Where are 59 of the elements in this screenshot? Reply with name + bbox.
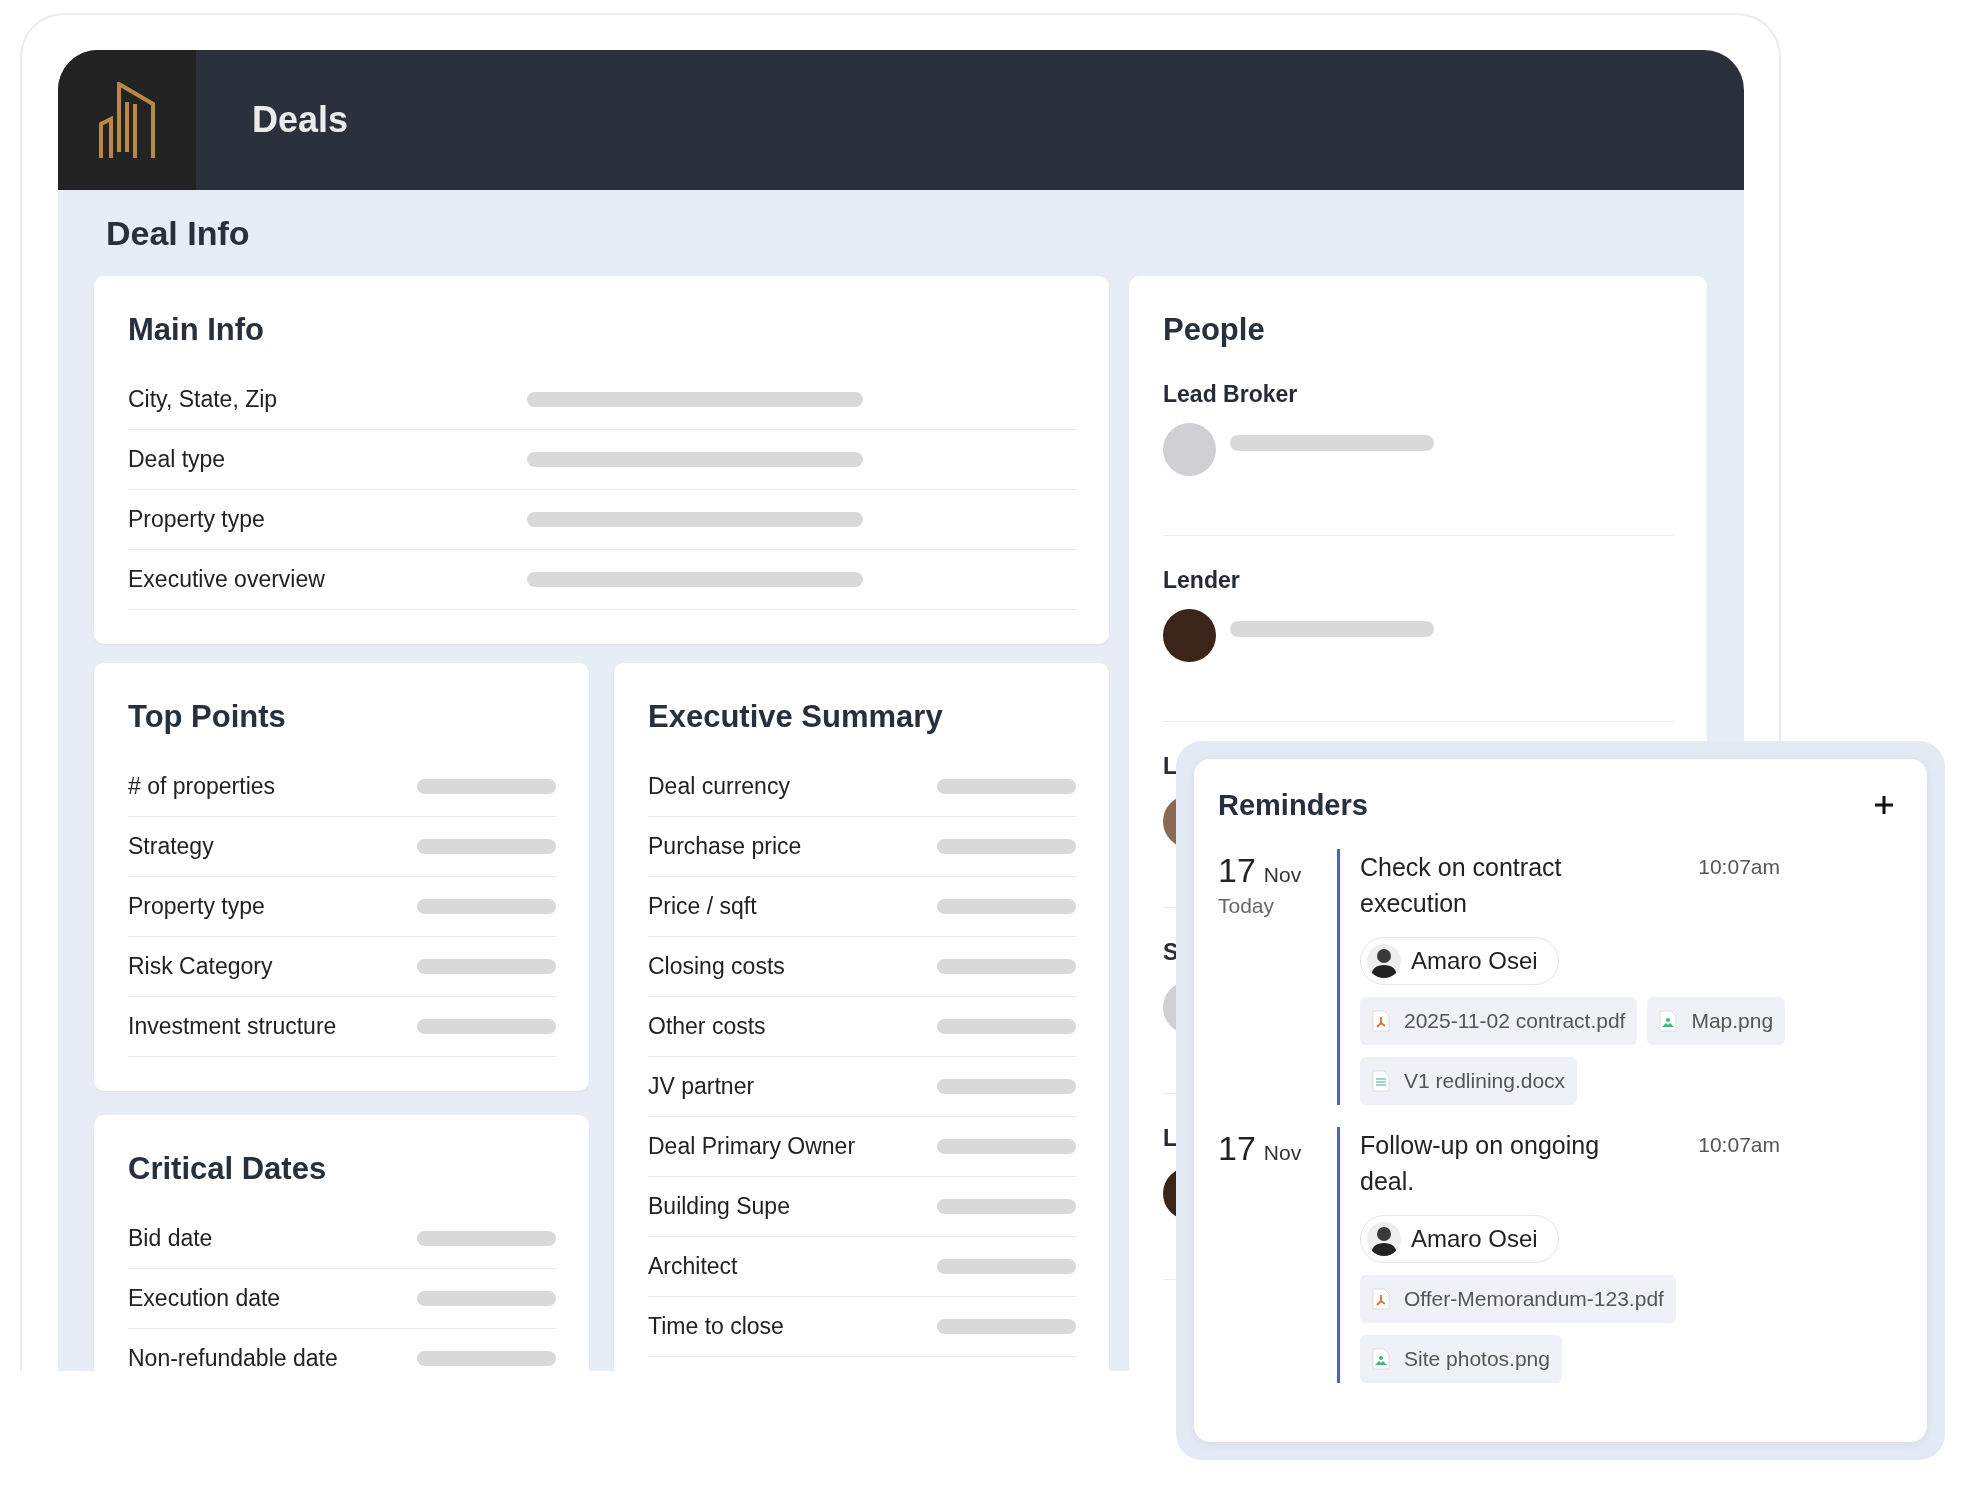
pdf-file-icon: [1372, 1288, 1390, 1310]
reminder-text: Check on contract execution: [1360, 852, 1563, 919]
attachment-chip[interactable]: Offer-Memorandum-123.pdf: [1360, 1275, 1676, 1323]
avatar: [1163, 423, 1216, 476]
field-label: Architect: [648, 1253, 738, 1280]
date-month: Nov: [1263, 1141, 1302, 1165]
relative-date: Today: [1218, 894, 1276, 918]
field-label: Purchase price: [648, 833, 802, 860]
reminder-text: Follow-up on ongoing deal.: [1360, 1130, 1601, 1197]
avatar: [1163, 609, 1216, 662]
card-title: Top Points: [128, 698, 287, 736]
image-file-icon: [1659, 1010, 1678, 1032]
image-file-icon: [1372, 1348, 1390, 1370]
date-day: 17: [1218, 1129, 1256, 1168]
field-label: Closing costs: [648, 953, 785, 980]
field-label: Time to close: [648, 1313, 784, 1340]
attachment-chip[interactable]: Site photos.png: [1360, 1335, 1562, 1383]
reminders-title: Reminders: [1218, 788, 1368, 822]
card-title: People: [1163, 311, 1266, 349]
field-label: Investment structure: [128, 1013, 337, 1040]
building-logo-icon: [97, 82, 157, 158]
field-label: Risk Category: [128, 953, 273, 980]
attachment-chip[interactable]: 2025-11-02 contract.pdf: [1360, 997, 1638, 1045]
reminder-time: 10:07am: [1698, 1132, 1780, 1158]
field-label: JV partner: [648, 1073, 755, 1100]
field-label: Deal Primary Owner: [648, 1133, 856, 1160]
field-label: Property type: [128, 893, 265, 920]
role-label: L: [1163, 1124, 1178, 1153]
field-label: Property type: [128, 506, 265, 533]
card-title: Executive Summary: [648, 698, 944, 736]
pdf-file-icon: [1372, 1010, 1390, 1032]
role-label: Lead Broker: [1163, 380, 1298, 409]
reminder-time: 10:07am: [1698, 854, 1780, 880]
field-label: Deal currency: [648, 773, 790, 800]
field-label: City, State, Zip: [128, 386, 278, 413]
avatar-icon: [1367, 1222, 1401, 1256]
field-label: # of properties: [128, 773, 276, 800]
field-label: Deal type: [128, 446, 226, 473]
attachment-chip[interactable]: V1 redlining.docx: [1360, 1057, 1578, 1105]
role-label: L: [1163, 752, 1178, 781]
field-label: Price / sqft: [648, 893, 757, 920]
add-icon: [1873, 794, 1895, 816]
card-title: Main Info: [128, 311, 266, 349]
date-month: Nov: [1263, 863, 1302, 887]
field-label: Bid date: [128, 1225, 213, 1252]
field-label: Strategy: [128, 833, 214, 860]
role-label: Lender: [1163, 566, 1240, 595]
field-label: Other costs: [648, 1013, 766, 1040]
date-day: 17: [1218, 851, 1256, 890]
attachment-chip[interactable]: Map.png: [1647, 997, 1786, 1045]
section-title: Deal Info: [106, 213, 251, 253]
field-label: Non-refundable date: [128, 1345, 338, 1371]
page-header-title: Deals: [252, 99, 349, 141]
card-title: Critical Dates: [128, 1150, 328, 1188]
field-label: Execution date: [128, 1285, 281, 1312]
document-file-icon: [1372, 1070, 1390, 1092]
field-label: Building Supe: [648, 1193, 790, 1220]
field-label: Executive overview: [128, 566, 325, 593]
avatar-icon: [1367, 944, 1401, 978]
